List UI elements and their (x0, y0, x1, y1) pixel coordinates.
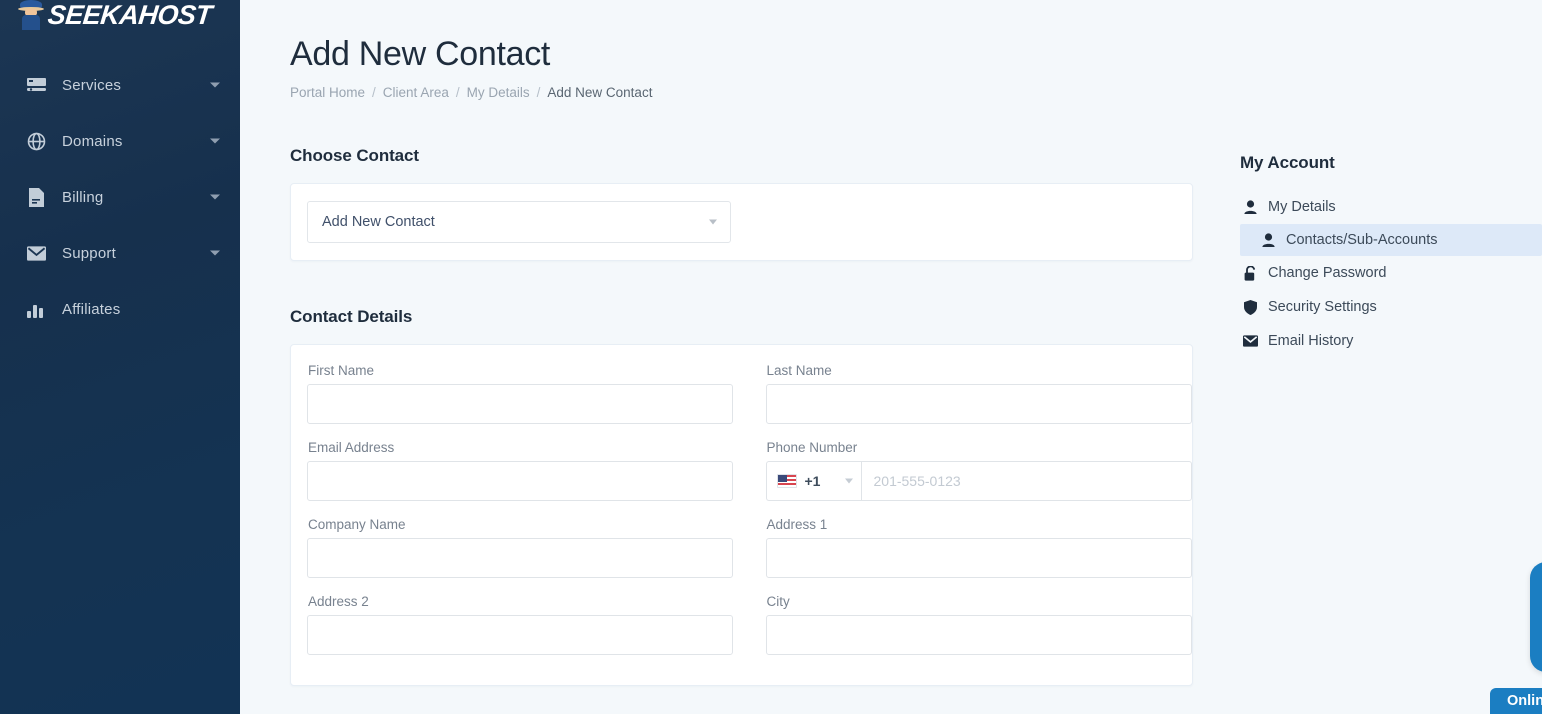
field-city: City (742, 594, 1192, 655)
account-item-email-history[interactable]: Email History (1240, 324, 1542, 358)
detective-mascot-icon (18, 0, 44, 30)
field-phone-number: Phone Number +1 (742, 440, 1192, 501)
country-code-select[interactable]: +1 (765, 461, 861, 501)
sidebar-nav: Services Domains Billing Support Affilia… (0, 57, 240, 337)
breadcrumb: Portal Home / Client Area / My Details /… (290, 85, 1240, 100)
contact-select-value: Add New Contact (322, 214, 435, 230)
globe-icon (24, 132, 48, 151)
sidebar-item-label: Support (62, 244, 116, 262)
envelope-icon (24, 245, 48, 261)
first-name-input[interactable] (307, 384, 733, 424)
breadcrumb-separator: / (455, 85, 460, 100)
contact-details-card: First Name Last Name Email Address Phone… (290, 344, 1193, 686)
us-flag-icon (776, 474, 797, 488)
account-item-contacts-sub-accounts[interactable]: Contacts/Sub-Accounts (1240, 224, 1542, 256)
breadcrumb-separator: / (372, 85, 376, 100)
field-label: Phone Number (766, 440, 858, 455)
server-icon (24, 77, 48, 93)
sidebar-item-label: Domains (62, 132, 123, 150)
brand-logo[interactable]: SEEKAHOST (0, 0, 240, 30)
document-icon (24, 187, 48, 207)
country-code-value: +1 (804, 473, 821, 489)
shield-icon (1240, 299, 1260, 315)
chat-status-label: Online (1507, 693, 1542, 709)
account-item-label: Email History (1268, 333, 1354, 349)
brand-logo-text: SEEKAHOST (46, 0, 214, 30)
field-address-2: Address 2 (305, 594, 742, 655)
contact-select[interactable]: Add New Contact (307, 201, 731, 243)
chevron-down-icon[interactable] (210, 194, 220, 200)
address-2-input[interactable] (307, 615, 733, 655)
chat-status-bar[interactable]: Online (1490, 688, 1542, 714)
account-item-security-settings[interactable]: Security Settings (1240, 290, 1542, 324)
chevron-down-icon (709, 219, 717, 225)
account-item-my-details[interactable]: My Details (1240, 190, 1542, 224)
account-item-label: Security Settings (1268, 299, 1377, 315)
breadcrumb-separator: / (536, 85, 541, 100)
field-label: Company Name (308, 517, 406, 532)
field-label: Address 1 (766, 517, 828, 532)
breadcrumb-item-client-area[interactable]: Client Area (383, 85, 449, 100)
page-title: Add New Contact (290, 35, 551, 73)
city-input[interactable] (765, 615, 1192, 655)
lock-icon (1240, 265, 1260, 281)
sidebar-item-affiliates[interactable]: Affiliates (0, 281, 240, 337)
account-item-label: Contacts/Sub-Accounts (1286, 232, 1438, 248)
field-label: First Name (308, 363, 375, 378)
last-name-input[interactable] (765, 384, 1192, 424)
bar-chart-icon (24, 301, 48, 318)
company-name-input[interactable] (307, 538, 733, 578)
user-icon (1258, 233, 1278, 247)
address-1-input[interactable] (765, 538, 1192, 578)
sidebar-item-billing[interactable]: Billing (0, 169, 240, 225)
phone-number-input[interactable] (860, 461, 1192, 501)
field-company-name: Company Name (305, 517, 742, 578)
phone-input-group: +1 (765, 461, 1192, 501)
sidebar-item-support[interactable]: Support (0, 225, 240, 281)
main-content: Add New Contact Portal Home / Client Are… (240, 0, 1542, 714)
sidebar-item-label: Billing (62, 188, 104, 206)
my-account-title: My Account (1240, 153, 1335, 172)
account-item-label: Change Password (1268, 265, 1387, 281)
chevron-down-icon[interactable] (210, 82, 220, 88)
contact-details-heading: Contact Details (290, 307, 413, 326)
choose-contact-card: Add New Contact (290, 183, 1193, 261)
envelope-icon (1240, 335, 1260, 347)
left-sidebar: SEEKAHOST Services Domains Billing Suppo… (0, 0, 240, 714)
content-column: Add New Contact Portal Home / Client Are… (290, 34, 1240, 686)
user-icon (1240, 200, 1260, 214)
email-address-input[interactable] (307, 461, 733, 501)
sidebar-item-label: Affiliates (62, 300, 121, 318)
sidebar-item-domains[interactable]: Domains (0, 113, 240, 169)
my-account-list: My Details Contacts/Sub-Accounts Change … (1240, 190, 1542, 358)
breadcrumb-item-current: Add New Contact (547, 85, 653, 100)
choose-contact-heading: Choose Contact (290, 146, 419, 165)
field-last-name: Last Name (742, 363, 1192, 424)
field-first-name: First Name (305, 363, 742, 424)
my-account-panel: My Account My Details Contacts/Sub-Accou… (1240, 34, 1542, 686)
account-item-change-password[interactable]: Change Password (1240, 256, 1542, 290)
field-label: Address 2 (308, 594, 369, 609)
field-label: Last Name (766, 363, 832, 378)
sidebar-item-services[interactable]: Services (0, 57, 240, 113)
sidebar-item-label: Services (62, 76, 122, 94)
account-item-label: My Details (1268, 199, 1336, 215)
field-label: City (766, 594, 790, 609)
field-label: Email Address (308, 440, 395, 455)
app-root: SEEKAHOST Services Domains Billing Suppo… (0, 0, 1542, 714)
chevron-down-icon (844, 478, 853, 484)
chevron-down-icon[interactable] (210, 138, 220, 144)
chevron-down-icon[interactable] (210, 250, 220, 256)
field-email-address: Email Address (305, 440, 742, 501)
breadcrumb-item-my-details[interactable]: My Details (467, 85, 530, 100)
field-address-1: Address 1 (742, 517, 1192, 578)
chat-promo-bubble[interactable]: Are You Seeking For Someone To Help You? (1530, 562, 1542, 672)
breadcrumb-item-portal-home[interactable]: Portal Home (290, 85, 365, 100)
